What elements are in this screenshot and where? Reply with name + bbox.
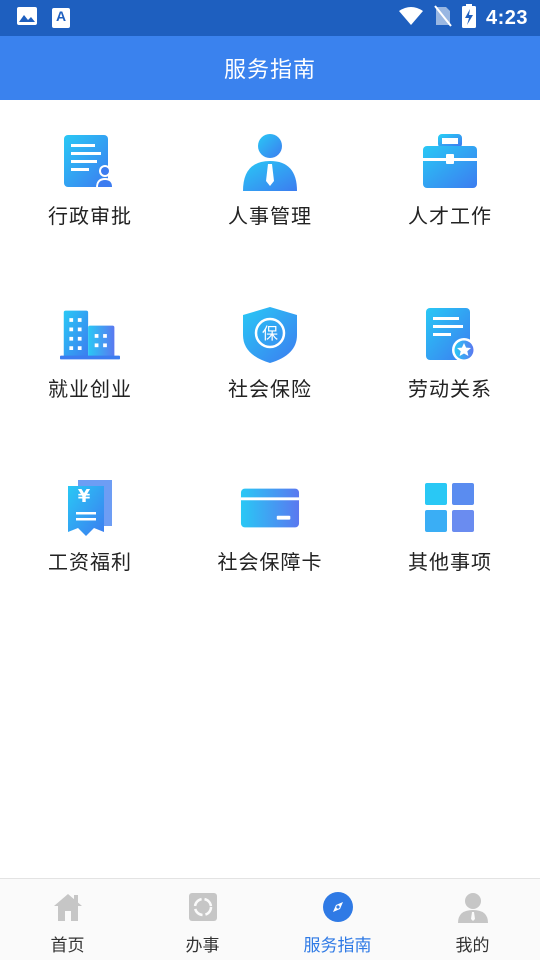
nav-item-mine[interactable]: 我的 (405, 879, 540, 960)
service-item-personnel[interactable]: 人事管理 (180, 100, 360, 273)
service-item-talent[interactable]: 人才工作 (360, 100, 540, 273)
wifi-icon (398, 6, 424, 30)
card-icon (240, 478, 300, 538)
nav-item-home[interactable]: 首页 (0, 879, 135, 960)
home-icon (50, 889, 86, 925)
document-approval-icon (60, 132, 120, 192)
image-notification-icon (16, 6, 38, 30)
status-bar: A 4:23 (0, 0, 540, 36)
briefcase-icon (420, 132, 480, 192)
service-label: 劳动关系 (408, 377, 492, 401)
app-bar: 服务指南 (0, 36, 540, 100)
font-notification-letter: A (55, 8, 67, 24)
user-icon (455, 889, 491, 925)
grid-apps-icon (420, 478, 480, 538)
shield-badge-text: 保 (261, 324, 278, 343)
font-notification-icon: A (52, 8, 70, 28)
status-left-icons: A (16, 6, 70, 30)
nav-label: 我的 (455, 936, 490, 956)
person-tie-icon (240, 132, 300, 192)
service-label: 人事管理 (228, 204, 312, 228)
no-sim-icon (434, 5, 452, 31)
service-label: 工资福利 (48, 550, 132, 574)
yen-symbol: ¥ (77, 486, 91, 507)
shield-insurance-icon: 保 (240, 305, 300, 365)
service-item-wages-benefits[interactable]: ¥ 工资福利 (0, 446, 180, 619)
page-title: 服务指南 (223, 58, 316, 83)
status-right-icons: 4:23 (398, 4, 528, 32)
nav-item-service-guide[interactable]: 服务指南 (270, 879, 405, 960)
service-label: 行政审批 (48, 204, 132, 228)
nav-item-tasks[interactable]: 办事 (135, 879, 270, 960)
service-item-employment[interactable]: 就业创业 (0, 273, 180, 446)
nav-label: 服务指南 (303, 936, 372, 956)
service-grid: 行政审批 人事管理 人才工作 就业创业 保 社会保险 劳动关系 ¥ 工资福利 社… (0, 100, 540, 619)
service-item-labor-relations[interactable]: 劳动关系 (360, 273, 540, 446)
service-label: 其他事项 (408, 550, 492, 574)
nav-label: 首页 (50, 936, 85, 956)
service-label: 社会保障卡 (217, 550, 323, 574)
service-item-other-matters[interactable]: 其他事项 (360, 446, 540, 619)
bottom-nav: 首页 办事 服务指南 我的 (0, 878, 540, 960)
yen-receipt-icon: ¥ (60, 478, 120, 538)
nav-label: 办事 (185, 936, 220, 956)
service-item-social-insurance[interactable]: 保 社会保险 (180, 273, 360, 446)
service-item-admin-approval[interactable]: 行政审批 (0, 100, 180, 273)
service-item-social-security-card[interactable]: 社会保障卡 (180, 446, 360, 619)
compass-icon (320, 889, 356, 925)
tasks-icon (185, 889, 221, 925)
battery-charging-icon (461, 4, 476, 32)
service-label: 就业创业 (48, 377, 132, 401)
buildings-icon (60, 305, 120, 365)
service-label: 人才工作 (408, 204, 492, 228)
service-label: 社会保险 (228, 377, 312, 401)
status-time: 4:23 (485, 6, 528, 29)
document-star-icon (420, 305, 480, 365)
